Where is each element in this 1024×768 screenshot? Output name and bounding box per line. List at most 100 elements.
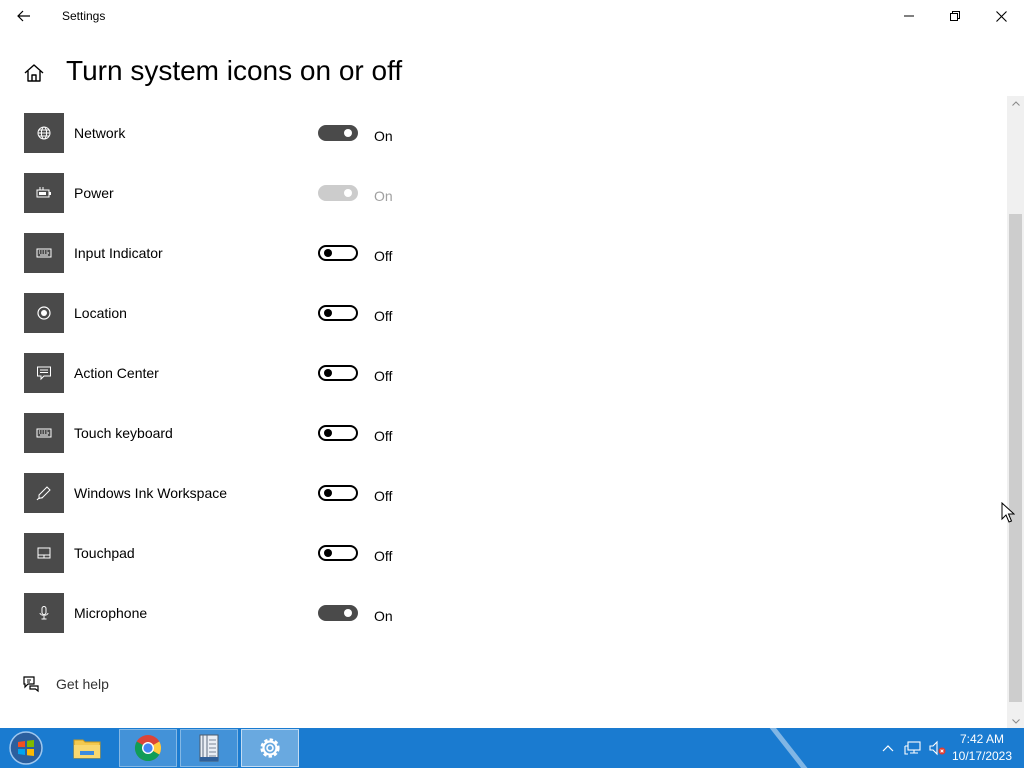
mouse-cursor-icon xyxy=(1001,502,1015,523)
toggle-knob xyxy=(324,429,332,437)
toggle-knob xyxy=(344,129,352,137)
taskbar-notepad[interactable] xyxy=(180,729,238,767)
setting-row-windows-ink: Windows Ink Workspace Off xyxy=(24,473,424,513)
taskbar: 7:42 AM 10/17/2023 xyxy=(0,728,1024,768)
start-orb-icon xyxy=(9,731,43,765)
taskbar-file-explorer[interactable] xyxy=(58,729,116,767)
file-explorer-icon xyxy=(73,739,101,759)
chevron-down-icon xyxy=(1011,718,1020,724)
minimize-icon xyxy=(904,15,914,17)
touch-keyboard-tile xyxy=(24,413,64,453)
action-center-icon xyxy=(37,366,51,381)
power-tile xyxy=(24,173,64,213)
vertical-scrollbar[interactable] xyxy=(1007,96,1024,728)
toggle-knob xyxy=(324,489,332,497)
setting-row-location: Location Off xyxy=(24,293,424,333)
touch-keyboard-toggle[interactable] xyxy=(318,425,358,441)
toggle-state-label: On xyxy=(374,128,393,144)
network-tile xyxy=(24,113,64,153)
pen-icon xyxy=(36,486,51,501)
clock-date: 10/17/2023 xyxy=(951,749,1013,763)
toggle-knob xyxy=(324,249,332,257)
action-center-tile xyxy=(24,353,64,393)
setting-row-network: Network On xyxy=(24,113,424,153)
keyboard-icon xyxy=(36,428,52,438)
home-icon[interactable] xyxy=(22,61,46,85)
setting-label: Windows Ink Workspace xyxy=(74,485,228,501)
clock-time: 7:42 AM xyxy=(959,732,1005,746)
close-icon xyxy=(995,10,1007,22)
setting-label: Location xyxy=(74,305,127,321)
page-title: Turn system icons on or off xyxy=(66,55,403,86)
get-help-label: Get help xyxy=(56,676,109,692)
wallpaper-streak xyxy=(769,728,808,768)
chevron-up-icon xyxy=(1011,100,1020,106)
toggle-knob xyxy=(344,189,352,197)
setting-label: Microphone xyxy=(74,605,148,621)
location-icon xyxy=(37,306,51,320)
chrome-icon xyxy=(134,735,162,762)
app-title: Settings xyxy=(62,9,106,23)
battery-icon xyxy=(36,187,51,198)
back-arrow-icon xyxy=(17,10,30,22)
microphone-tile xyxy=(24,593,64,633)
toggle-state-label: Off xyxy=(374,248,393,264)
get-help-link[interactable]: Get help xyxy=(22,674,109,694)
setting-label: Network xyxy=(74,125,126,141)
keyboard-icon xyxy=(36,248,52,258)
minimize-button[interactable] xyxy=(886,0,932,32)
restore-icon xyxy=(950,11,960,21)
back-button[interactable] xyxy=(8,4,40,28)
start-button[interactable] xyxy=(4,730,48,766)
input-indicator-tile xyxy=(24,233,64,273)
touchpad-icon xyxy=(37,547,51,559)
chat-help-icon xyxy=(23,676,39,693)
windows-ink-toggle[interactable] xyxy=(318,485,358,501)
scroll-down-button[interactable] xyxy=(1007,714,1024,728)
network-tray-button[interactable] xyxy=(903,728,923,768)
setting-row-touchpad: Touchpad Off xyxy=(24,533,424,573)
toggle-knob xyxy=(344,609,352,617)
input-indicator-toggle[interactable] xyxy=(318,245,358,261)
toggle-state-label: Off xyxy=(374,308,393,324)
toggle-knob xyxy=(324,309,332,317)
setting-row-touch-keyboard: Touch keyboard Off xyxy=(24,413,424,453)
setting-label: Action Center xyxy=(74,365,159,381)
setting-row-microphone: Microphone On xyxy=(24,593,424,633)
show-hidden-icons-button[interactable] xyxy=(880,728,896,768)
taskbar-clock[interactable]: 7:42 AM 10/17/2023 xyxy=(948,731,1016,765)
touchpad-tile xyxy=(24,533,64,573)
chevron-up-icon xyxy=(882,745,894,752)
power-toggle xyxy=(318,185,358,201)
setting-label: Power xyxy=(74,185,114,201)
toggle-knob xyxy=(324,369,332,377)
setting-row-input-indicator: Input Indicator Off xyxy=(24,233,424,273)
location-toggle[interactable] xyxy=(318,305,358,321)
toggle-state-label: Off xyxy=(374,488,393,504)
microphone-icon xyxy=(39,606,49,620)
setting-row-power: Power On xyxy=(24,173,424,213)
close-button[interactable] xyxy=(978,0,1024,32)
network-toggle[interactable] xyxy=(318,125,358,141)
toggle-state-label: Off xyxy=(374,548,393,564)
microphone-toggle[interactable] xyxy=(318,605,358,621)
taskbar-settings[interactable] xyxy=(241,729,299,767)
windows-ink-tile xyxy=(24,473,64,513)
setting-label: Touch keyboard xyxy=(74,425,173,441)
scroll-up-button[interactable] xyxy=(1007,96,1024,110)
action-center-toggle[interactable] xyxy=(318,365,358,381)
network-icon xyxy=(904,741,921,755)
notepad-icon xyxy=(199,734,219,762)
setting-label: Input Indicator xyxy=(74,245,163,261)
touchpad-toggle[interactable] xyxy=(318,545,358,561)
taskbar-chrome[interactable] xyxy=(119,729,177,767)
location-tile xyxy=(24,293,64,333)
toggle-state-label: Off xyxy=(374,428,393,444)
globe-icon xyxy=(37,126,51,140)
toggle-state-label: On xyxy=(374,608,393,624)
volume-tray-button[interactable] xyxy=(928,728,948,768)
toggle-knob xyxy=(324,549,332,557)
restore-button[interactable] xyxy=(932,0,978,32)
title-bar: Settings xyxy=(0,0,1024,32)
scroll-thumb[interactable] xyxy=(1009,214,1022,702)
